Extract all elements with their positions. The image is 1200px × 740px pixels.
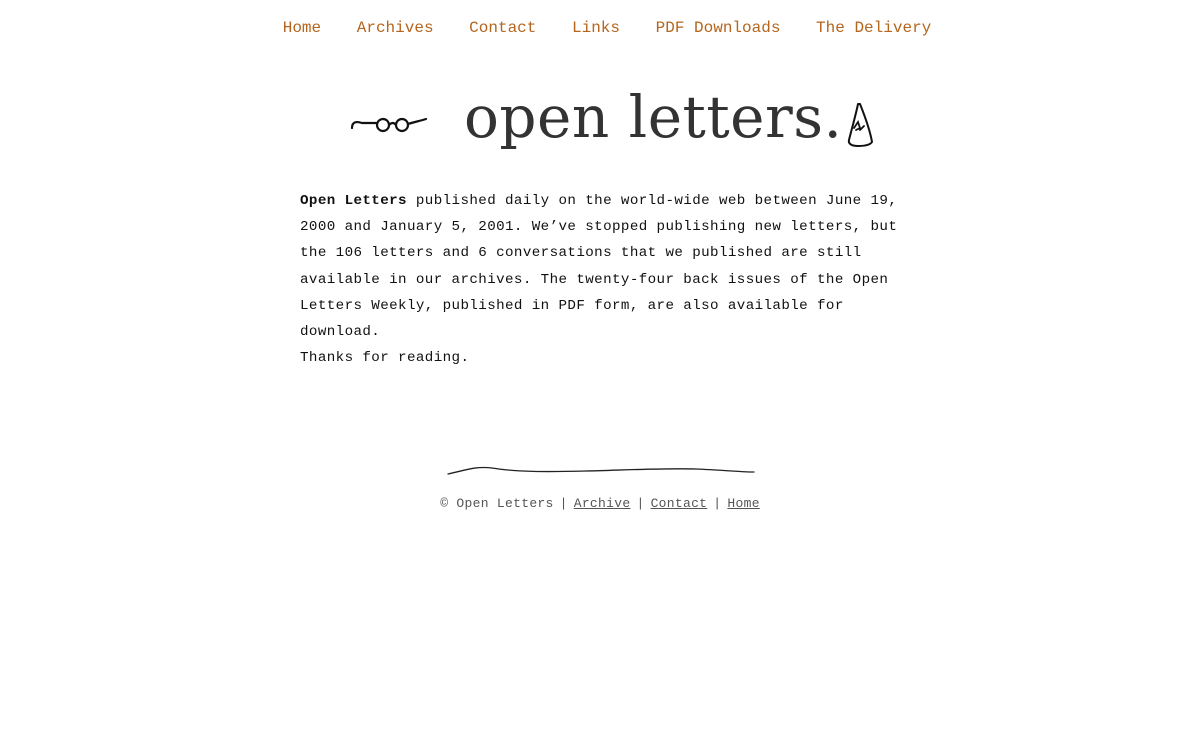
intro-lead: Open Letters — [300, 193, 407, 209]
footer-separator: | — [636, 496, 645, 511]
glasses-icon — [350, 117, 428, 133]
intro-text: Open Letters published daily on the worl… — [300, 188, 910, 371]
hat-icon — [847, 103, 873, 147]
intro-paragraph: Open Letters published daily on the worl… — [300, 188, 910, 345]
top-navigation: Home Archives Contact Links PDF Download… — [0, 18, 1200, 38]
intro-body: published daily on the world-wide web be… — [300, 193, 898, 341]
masthead: open letters. — [340, 83, 900, 158]
nav-link-pdf-downloads[interactable]: PDF Downloads — [656, 18, 781, 38]
footer-separator: | — [559, 496, 568, 511]
thanks-line: Thanks for reading. — [300, 350, 470, 367]
nav-link-the-delivery[interactable]: The Delivery — [816, 18, 931, 38]
nav-link-links[interactable]: Links — [572, 18, 620, 38]
nav-link-contact[interactable]: Contact — [469, 18, 536, 38]
copyright: © Open Letters — [440, 496, 554, 511]
footer-link-home[interactable]: Home — [727, 496, 759, 511]
nav-link-home[interactable]: Home — [283, 18, 321, 38]
footer-link-archive[interactable]: Archive — [574, 496, 631, 511]
footer-link-contact[interactable]: Contact — [651, 496, 708, 511]
footer-separator: | — [713, 496, 722, 511]
site-title: open letters. — [464, 83, 843, 151]
nav-link-archives[interactable]: Archives — [357, 18, 434, 38]
squiggle-divider — [447, 466, 755, 475]
footer: © Open Letters | Archive | Contact | Home — [0, 496, 1200, 511]
